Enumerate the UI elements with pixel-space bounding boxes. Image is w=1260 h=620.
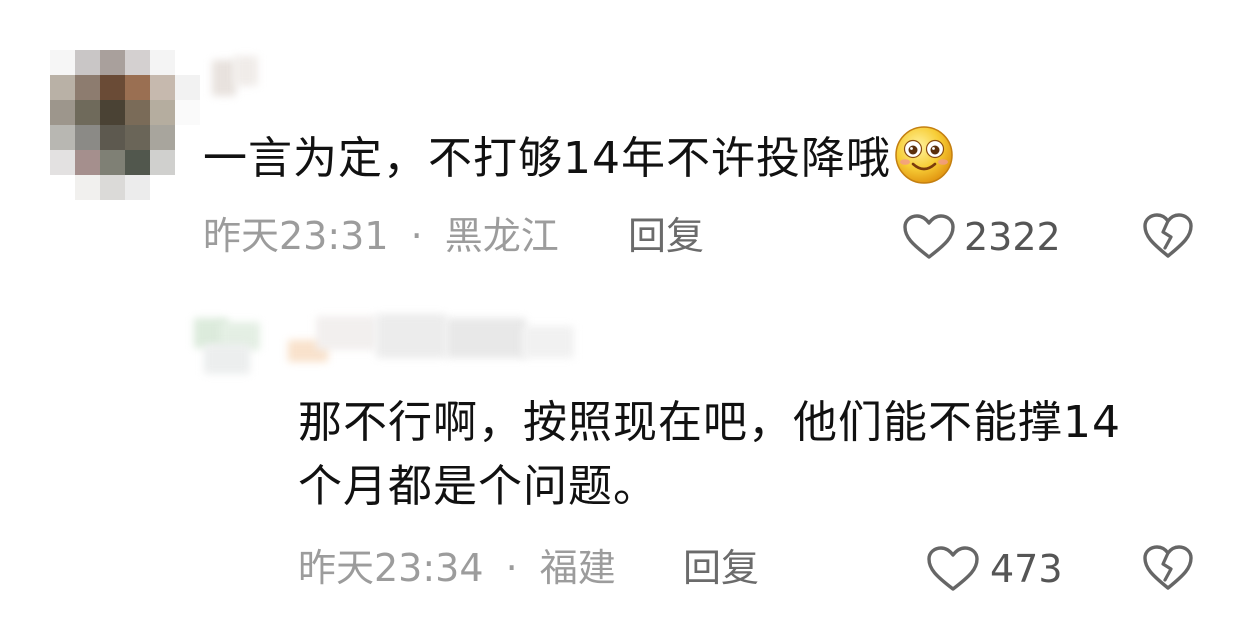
broken-heart-icon[interactable] (1142, 212, 1194, 260)
like-count-2: 473 (990, 547, 1063, 591)
smile-emoji-icon (893, 124, 955, 186)
meta-separator: · (505, 546, 518, 590)
like-button[interactable]: 2322 (902, 212, 1061, 262)
reply-time: 昨天23:34 (298, 546, 484, 590)
comment-text: 一言为定，不打够14年不许投降哦 (203, 126, 955, 190)
reply-meta: 昨天23:34 · 福建 (298, 544, 616, 592)
comment-time: 昨天23:31 (203, 214, 389, 258)
reply-button-2[interactable]: 回复 (683, 544, 759, 592)
heart-icon[interactable] (926, 545, 980, 593)
broken-heart-icon[interactable] (1142, 544, 1194, 592)
comment-meta: 昨天23:31 · 黑龙江 (203, 212, 559, 260)
dislike-button-2[interactable] (1142, 544, 1194, 596)
like-count: 2322 (964, 215, 1061, 259)
like-button-2[interactable]: 473 (926, 544, 1063, 594)
reply-username-blurred[interactable] (286, 310, 586, 370)
heart-icon[interactable] (902, 213, 956, 261)
username-blurred[interactable] (212, 54, 262, 100)
meta-separator: · (410, 214, 423, 258)
reply-text-line-1: 那不行啊，按照现在吧，他们能不能撑14 (298, 397, 1121, 448)
avatar[interactable] (50, 50, 200, 200)
reply-button[interactable]: 回复 (628, 212, 704, 260)
reply-location: 福建 (539, 546, 616, 590)
comment-text-content: 一言为定，不打够14年不许投降哦 (203, 133, 891, 184)
dislike-button[interactable] (1142, 212, 1194, 264)
reply-avatar-blurred[interactable] (190, 312, 270, 382)
reply-text-line-2: 个月都是个问题。 (298, 461, 658, 512)
comment-location: 黑龙江 (444, 214, 559, 258)
